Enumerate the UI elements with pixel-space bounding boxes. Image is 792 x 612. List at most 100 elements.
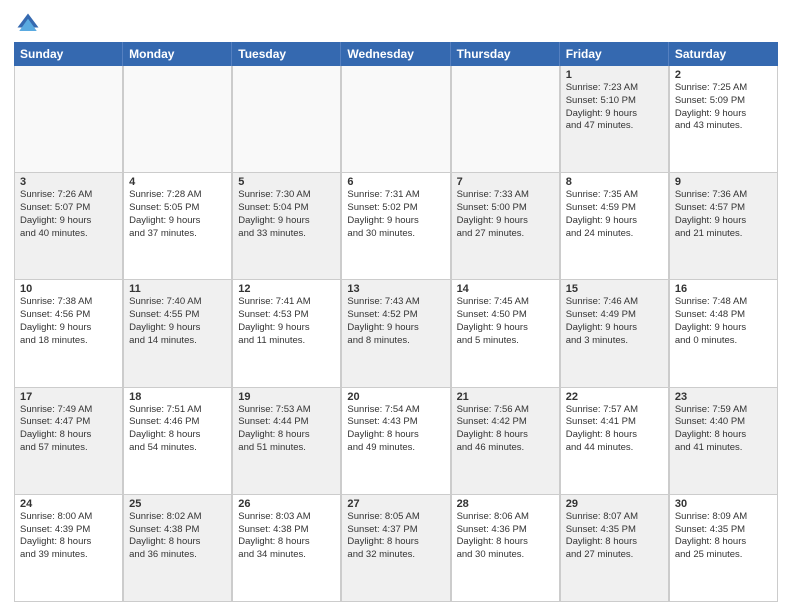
day-info: Sunrise: 8:03 AM Sunset: 4:38 PM Dayligh… bbox=[238, 511, 335, 562]
calendar-cell-empty-0-1 bbox=[123, 66, 232, 172]
day-info: Sunrise: 8:07 AM Sunset: 4:35 PM Dayligh… bbox=[566, 511, 663, 562]
calendar-row-4: 24Sunrise: 8:00 AM Sunset: 4:39 PM Dayli… bbox=[14, 495, 778, 602]
day-number: 26 bbox=[238, 498, 335, 510]
day-info: Sunrise: 7:46 AM Sunset: 4:49 PM Dayligh… bbox=[566, 296, 663, 347]
day-info: Sunrise: 7:35 AM Sunset: 4:59 PM Dayligh… bbox=[566, 189, 663, 240]
calendar-cell-11: 11Sunrise: 7:40 AM Sunset: 4:55 PM Dayli… bbox=[123, 280, 232, 386]
day-info: Sunrise: 7:48 AM Sunset: 4:48 PM Dayligh… bbox=[675, 296, 772, 347]
calendar-cell-empty-0-4 bbox=[451, 66, 560, 172]
day-number: 21 bbox=[457, 391, 554, 403]
day-info: Sunrise: 8:00 AM Sunset: 4:39 PM Dayligh… bbox=[20, 511, 117, 562]
day-info: Sunrise: 7:49 AM Sunset: 4:47 PM Dayligh… bbox=[20, 404, 117, 455]
day-info: Sunrise: 7:28 AM Sunset: 5:05 PM Dayligh… bbox=[129, 189, 226, 240]
calendar-cell-12: 12Sunrise: 7:41 AM Sunset: 4:53 PM Dayli… bbox=[232, 280, 341, 386]
day-number: 15 bbox=[566, 283, 663, 295]
calendar-row-3: 17Sunrise: 7:49 AM Sunset: 4:47 PM Dayli… bbox=[14, 388, 778, 495]
day-number: 5 bbox=[238, 176, 335, 188]
day-info: Sunrise: 7:51 AM Sunset: 4:46 PM Dayligh… bbox=[129, 404, 226, 455]
day-info: Sunrise: 7:25 AM Sunset: 5:09 PM Dayligh… bbox=[675, 82, 772, 133]
calendar-body: 1Sunrise: 7:23 AM Sunset: 5:10 PM Daylig… bbox=[14, 66, 778, 602]
day-info: Sunrise: 7:41 AM Sunset: 4:53 PM Dayligh… bbox=[238, 296, 335, 347]
calendar-header-wednesday: Wednesday bbox=[341, 42, 450, 66]
day-info: Sunrise: 7:23 AM Sunset: 5:10 PM Dayligh… bbox=[566, 82, 663, 133]
logo bbox=[14, 10, 46, 38]
day-info: Sunrise: 7:26 AM Sunset: 5:07 PM Dayligh… bbox=[20, 189, 117, 240]
calendar-cell-25: 25Sunrise: 8:02 AM Sunset: 4:38 PM Dayli… bbox=[123, 495, 232, 601]
calendar-cell-17: 17Sunrise: 7:49 AM Sunset: 4:47 PM Dayli… bbox=[14, 388, 123, 494]
day-number: 6 bbox=[347, 176, 444, 188]
calendar-cell-empty-0-2 bbox=[232, 66, 341, 172]
day-number: 2 bbox=[675, 69, 772, 81]
day-info: Sunrise: 7:36 AM Sunset: 4:57 PM Dayligh… bbox=[675, 189, 772, 240]
day-number: 7 bbox=[457, 176, 554, 188]
calendar-header-tuesday: Tuesday bbox=[232, 42, 341, 66]
day-number: 10 bbox=[20, 283, 117, 295]
calendar-cell-16: 16Sunrise: 7:48 AM Sunset: 4:48 PM Dayli… bbox=[669, 280, 778, 386]
calendar-cell-19: 19Sunrise: 7:53 AM Sunset: 4:44 PM Dayli… bbox=[232, 388, 341, 494]
calendar-cell-9: 9Sunrise: 7:36 AM Sunset: 4:57 PM Daylig… bbox=[669, 173, 778, 279]
day-info: Sunrise: 8:06 AM Sunset: 4:36 PM Dayligh… bbox=[457, 511, 554, 562]
day-number: 22 bbox=[566, 391, 663, 403]
calendar-cell-18: 18Sunrise: 7:51 AM Sunset: 4:46 PM Dayli… bbox=[123, 388, 232, 494]
day-info: Sunrise: 7:53 AM Sunset: 4:44 PM Dayligh… bbox=[238, 404, 335, 455]
day-number: 9 bbox=[675, 176, 772, 188]
day-number: 13 bbox=[347, 283, 444, 295]
page: SundayMondayTuesdayWednesdayThursdayFrid… bbox=[0, 0, 792, 612]
calendar-cell-15: 15Sunrise: 7:46 AM Sunset: 4:49 PM Dayli… bbox=[560, 280, 669, 386]
calendar-cell-20: 20Sunrise: 7:54 AM Sunset: 4:43 PM Dayli… bbox=[341, 388, 450, 494]
day-number: 20 bbox=[347, 391, 444, 403]
day-number: 8 bbox=[566, 176, 663, 188]
calendar-cell-27: 27Sunrise: 8:05 AM Sunset: 4:37 PM Dayli… bbox=[341, 495, 450, 601]
calendar-cell-4: 4Sunrise: 7:28 AM Sunset: 5:05 PM Daylig… bbox=[123, 173, 232, 279]
calendar-cell-26: 26Sunrise: 8:03 AM Sunset: 4:38 PM Dayli… bbox=[232, 495, 341, 601]
logo-icon bbox=[14, 10, 42, 38]
day-number: 23 bbox=[675, 391, 772, 403]
day-number: 29 bbox=[566, 498, 663, 510]
day-number: 1 bbox=[566, 69, 663, 81]
day-number: 27 bbox=[347, 498, 444, 510]
calendar-header-sunday: Sunday bbox=[14, 42, 123, 66]
calendar-row-1: 3Sunrise: 7:26 AM Sunset: 5:07 PM Daylig… bbox=[14, 173, 778, 280]
calendar-cell-empty-0-0 bbox=[14, 66, 123, 172]
calendar-cell-6: 6Sunrise: 7:31 AM Sunset: 5:02 PM Daylig… bbox=[341, 173, 450, 279]
day-info: Sunrise: 7:59 AM Sunset: 4:40 PM Dayligh… bbox=[675, 404, 772, 455]
header bbox=[14, 10, 778, 38]
calendar-cell-22: 22Sunrise: 7:57 AM Sunset: 4:41 PM Dayli… bbox=[560, 388, 669, 494]
calendar-cell-3: 3Sunrise: 7:26 AM Sunset: 5:07 PM Daylig… bbox=[14, 173, 123, 279]
day-number: 24 bbox=[20, 498, 117, 510]
day-number: 17 bbox=[20, 391, 117, 403]
calendar-header-monday: Monday bbox=[123, 42, 232, 66]
day-info: Sunrise: 8:02 AM Sunset: 4:38 PM Dayligh… bbox=[129, 511, 226, 562]
day-info: Sunrise: 8:09 AM Sunset: 4:35 PM Dayligh… bbox=[675, 511, 772, 562]
day-info: Sunrise: 7:57 AM Sunset: 4:41 PM Dayligh… bbox=[566, 404, 663, 455]
calendar-cell-7: 7Sunrise: 7:33 AM Sunset: 5:00 PM Daylig… bbox=[451, 173, 560, 279]
day-number: 18 bbox=[129, 391, 226, 403]
day-number: 28 bbox=[457, 498, 554, 510]
day-info: Sunrise: 7:38 AM Sunset: 4:56 PM Dayligh… bbox=[20, 296, 117, 347]
calendar-cell-28: 28Sunrise: 8:06 AM Sunset: 4:36 PM Dayli… bbox=[451, 495, 560, 601]
day-number: 3 bbox=[20, 176, 117, 188]
calendar-cell-1: 1Sunrise: 7:23 AM Sunset: 5:10 PM Daylig… bbox=[560, 66, 669, 172]
calendar-header-friday: Friday bbox=[560, 42, 669, 66]
day-number: 4 bbox=[129, 176, 226, 188]
calendar-cell-2: 2Sunrise: 7:25 AM Sunset: 5:09 PM Daylig… bbox=[669, 66, 778, 172]
day-number: 30 bbox=[675, 498, 772, 510]
calendar-cell-empty-0-3 bbox=[341, 66, 450, 172]
calendar-cell-24: 24Sunrise: 8:00 AM Sunset: 4:39 PM Dayli… bbox=[14, 495, 123, 601]
calendar-row-2: 10Sunrise: 7:38 AM Sunset: 4:56 PM Dayli… bbox=[14, 280, 778, 387]
day-info: Sunrise: 8:05 AM Sunset: 4:37 PM Dayligh… bbox=[347, 511, 444, 562]
calendar-cell-5: 5Sunrise: 7:30 AM Sunset: 5:04 PM Daylig… bbox=[232, 173, 341, 279]
calendar-cell-21: 21Sunrise: 7:56 AM Sunset: 4:42 PM Dayli… bbox=[451, 388, 560, 494]
day-info: Sunrise: 7:40 AM Sunset: 4:55 PM Dayligh… bbox=[129, 296, 226, 347]
day-number: 12 bbox=[238, 283, 335, 295]
calendar-cell-8: 8Sunrise: 7:35 AM Sunset: 4:59 PM Daylig… bbox=[560, 173, 669, 279]
day-info: Sunrise: 7:45 AM Sunset: 4:50 PM Dayligh… bbox=[457, 296, 554, 347]
day-info: Sunrise: 7:30 AM Sunset: 5:04 PM Dayligh… bbox=[238, 189, 335, 240]
day-info: Sunrise: 7:33 AM Sunset: 5:00 PM Dayligh… bbox=[457, 189, 554, 240]
calendar-cell-14: 14Sunrise: 7:45 AM Sunset: 4:50 PM Dayli… bbox=[451, 280, 560, 386]
day-number: 25 bbox=[129, 498, 226, 510]
calendar-cell-30: 30Sunrise: 8:09 AM Sunset: 4:35 PM Dayli… bbox=[669, 495, 778, 601]
calendar-row-0: 1Sunrise: 7:23 AM Sunset: 5:10 PM Daylig… bbox=[14, 66, 778, 173]
day-info: Sunrise: 7:31 AM Sunset: 5:02 PM Dayligh… bbox=[347, 189, 444, 240]
calendar-header-thursday: Thursday bbox=[451, 42, 560, 66]
